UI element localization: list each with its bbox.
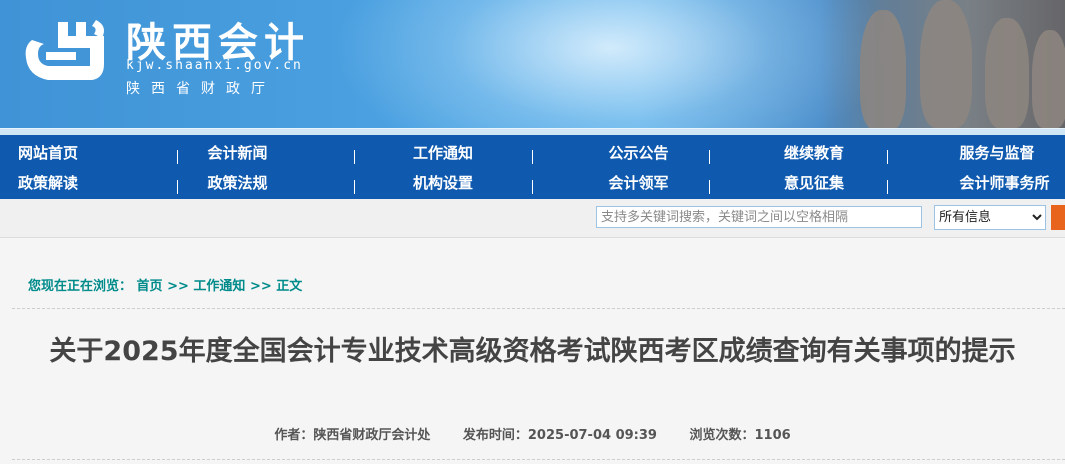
nav-opinion-collection[interactable]: 意见征集 bbox=[710, 172, 888, 193]
article-date: 发布时间：2025-07-04 09:39 bbox=[463, 428, 657, 443]
nav-label: 会计师事务所 bbox=[888, 172, 1065, 193]
nav-label: 网站首页 bbox=[0, 142, 178, 163]
article-title: 关于2025年度全国会计专业技术高级资格考试陕西考区成绩查询有关事项的提示 bbox=[0, 336, 1065, 368]
nav-accounting-news[interactable]: 会计新闻 bbox=[178, 142, 356, 163]
article-area: 您现在正在浏览： 首页 >> 工作通知 >> 正文 关于2025年度全国会计专业… bbox=[0, 238, 1065, 464]
header-divider bbox=[0, 128, 1065, 135]
views-label: 浏览次数： bbox=[689, 428, 754, 443]
breadcrumb-current-link[interactable]: 正文 bbox=[276, 279, 302, 294]
article-author: 作者：陕西省财政厅会计处 bbox=[274, 428, 430, 443]
breadcrumb: 您现在正在浏览： 首页 >> 工作通知 >> 正文 bbox=[28, 275, 302, 294]
nav-row-1: 网站首页 会计新闻 工作通知 公示公告 继续教育 服务与监督 bbox=[0, 137, 1065, 167]
nav-accounting-leaders[interactable]: 会计领军 bbox=[533, 172, 711, 193]
breadcrumb-separator: >> bbox=[167, 279, 189, 294]
nav-label: 会计领军 bbox=[533, 172, 711, 193]
site-banner: 陕西会计 kjw.shaanxi.gov.cn 陕西省财政厅 bbox=[0, 0, 1065, 128]
nav-service-supervision[interactable]: 服务与监督 bbox=[888, 142, 1065, 163]
author-value: 陕西省财政厅会计处 bbox=[313, 428, 430, 443]
breadcrumb-prefix: 您现在正在浏览： bbox=[28, 279, 132, 294]
article-meta: 作者：陕西省财政厅会计处 发布时间：2025-07-04 09:39 浏览次数：… bbox=[0, 424, 1065, 443]
nav-label: 政策法规 bbox=[178, 172, 356, 193]
nav-continuing-education[interactable]: 继续教育 bbox=[710, 142, 888, 163]
nav-label: 服务与监督 bbox=[888, 142, 1065, 163]
nav-label: 机构设置 bbox=[355, 172, 533, 193]
site-subtitle: 陕西省财政厅 bbox=[126, 78, 276, 98]
nav-label: 政策解读 bbox=[0, 172, 178, 193]
nav-announcements[interactable]: 公示公告 bbox=[533, 142, 711, 163]
nav-policy-interpretation[interactable]: 政策解读 bbox=[0, 172, 178, 193]
nav-policy-regulations[interactable]: 政策法规 bbox=[178, 172, 356, 193]
main-nav: 网站首页 会计新闻 工作通知 公示公告 继续教育 服务与监督 政策解读 政策法规… bbox=[0, 135, 1065, 199]
nav-work-notices[interactable]: 工作通知 bbox=[355, 142, 533, 163]
search-scope-select[interactable]: 所有信息 bbox=[934, 205, 1046, 230]
nav-accounting-firms[interactable]: 会计师事务所 bbox=[888, 172, 1065, 193]
nav-row-2: 政策解读 政策法规 机构设置 会计领军 意见征集 会计师事务所 bbox=[0, 167, 1065, 197]
nav-label: 继续教育 bbox=[710, 142, 888, 163]
nav-label: 意见征集 bbox=[710, 172, 888, 193]
nav-label: 工作通知 bbox=[355, 142, 533, 163]
search-button[interactable] bbox=[1051, 205, 1065, 230]
search-input[interactable] bbox=[596, 206, 922, 228]
nav-label: 会计新闻 bbox=[178, 142, 356, 163]
date-value: 2025-07-04 09:39 bbox=[528, 428, 657, 443]
breadcrumb-separator: >> bbox=[250, 279, 272, 294]
kuai-ji-logo-icon[interactable] bbox=[18, 18, 110, 88]
search-bar: 所有信息 bbox=[0, 199, 1065, 238]
views-value: 1106 bbox=[755, 428, 791, 443]
author-label: 作者： bbox=[274, 428, 313, 443]
date-label: 发布时间： bbox=[463, 428, 528, 443]
banner-glow bbox=[330, 0, 890, 128]
nav-label: 公示公告 bbox=[533, 142, 711, 163]
nav-organization[interactable]: 机构设置 bbox=[355, 172, 533, 193]
breadcrumb-home-link[interactable]: 首页 bbox=[137, 279, 163, 294]
terracotta-warriors-image bbox=[820, 0, 1065, 128]
breadcrumb-section-link[interactable]: 工作通知 bbox=[193, 279, 245, 294]
article-views: 浏览次数：1106 bbox=[689, 428, 790, 443]
meta-divider bbox=[12, 459, 1065, 460]
nav-home[interactable]: 网站首页 bbox=[0, 142, 178, 163]
breadcrumb-divider bbox=[12, 308, 1065, 309]
site-domain: kjw.shaanxi.gov.cn bbox=[126, 58, 303, 73]
